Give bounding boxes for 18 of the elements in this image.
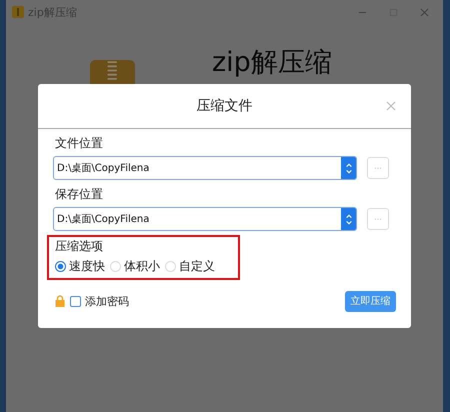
password-checkbox[interactable] [70, 296, 81, 306]
close-icon[interactable] [386, 101, 396, 111]
field-label: 保存位置 [55, 186, 104, 203]
radio-option[interactable]: 速度快 [55, 258, 105, 275]
lock-icon [55, 295, 65, 307]
radio-option[interactable]: 自定义 [165, 258, 215, 275]
spinner-arrows-icon [344, 212, 352, 226]
options-label: 压缩选项 [55, 238, 104, 255]
field-label: 文件位置 [55, 135, 104, 152]
app-heading: zip解压缩 [212, 48, 332, 78]
app-icon [12, 6, 24, 18]
path-dropdown[interactable]: D:\桌面\CopyFilena [53, 156, 357, 180]
close-icon[interactable] [420, 8, 429, 16]
path-dropdown[interactable]: D:\桌面\CopyFilena [53, 207, 357, 231]
dialog-title: 压缩文件 [196, 97, 252, 115]
spinner-arrows-icon [344, 162, 352, 174]
checkbox-label: 添加密码 [85, 294, 129, 308]
radio-option[interactable]: 体积小 [110, 258, 160, 275]
